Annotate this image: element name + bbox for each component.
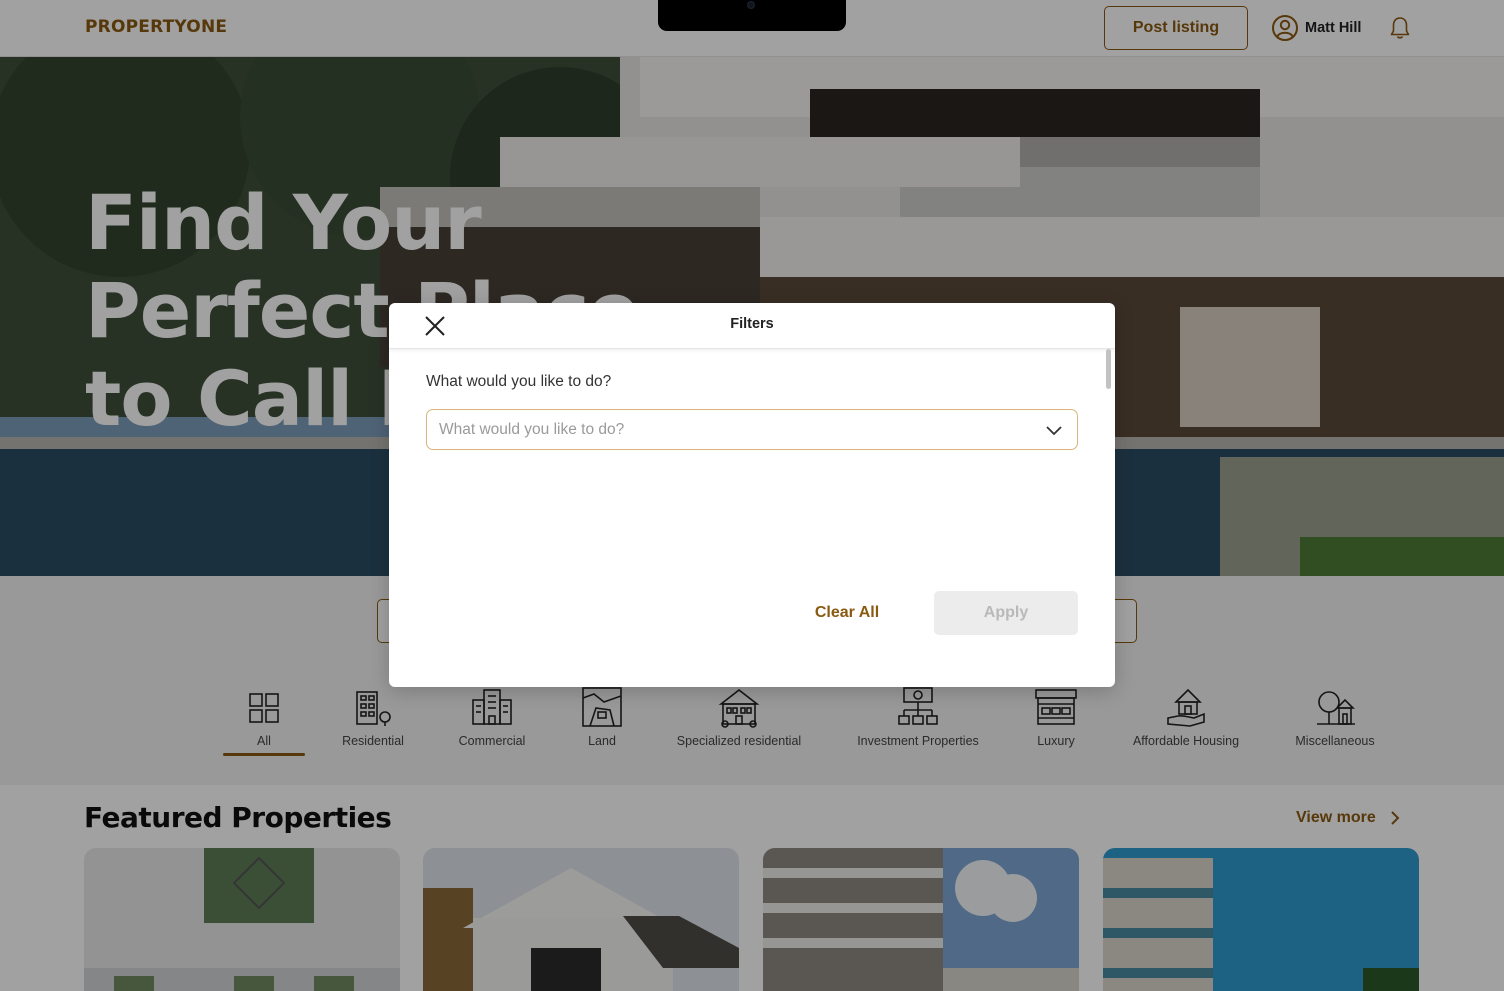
intent-select[interactable]: What would you like to do? — [426, 409, 1078, 450]
modal-header: Filters — [389, 303, 1115, 349]
modal-title: Filters — [730, 316, 774, 332]
clear-all-button[interactable]: Clear All — [801, 591, 893, 635]
apply-button[interactable]: Apply — [934, 591, 1078, 635]
intent-field-label: What would you like to do? — [426, 373, 612, 390]
filters-modal: Filters What would you like to do? What … — [389, 303, 1115, 687]
chevron-down-icon — [1046, 426, 1062, 436]
intent-select-placeholder: What would you like to do? — [439, 421, 625, 438]
modal-scrollbar[interactable] — [1106, 349, 1111, 389]
